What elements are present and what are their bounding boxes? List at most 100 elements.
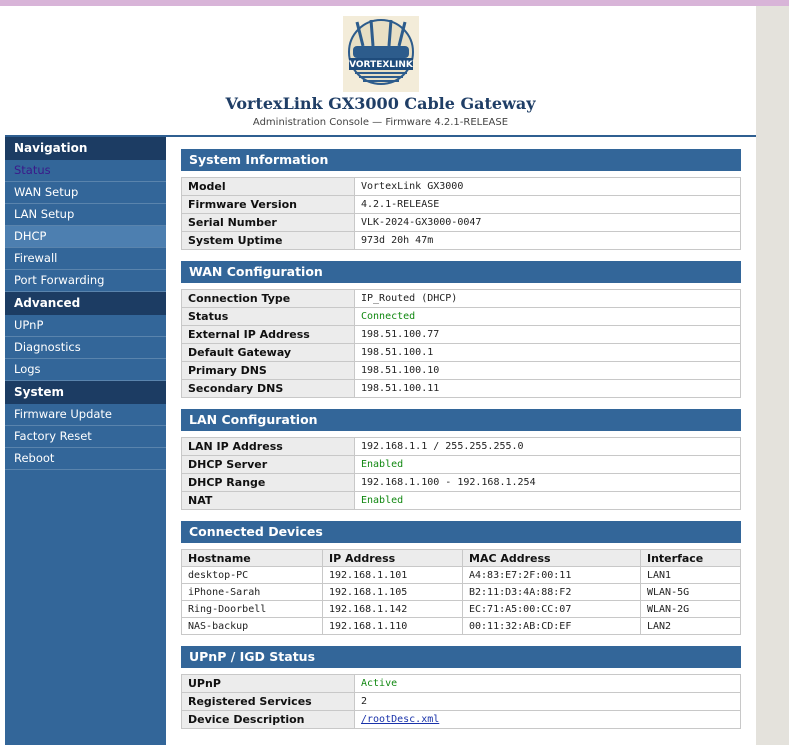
status-value: Enabled <box>354 491 741 510</box>
table-row: Registered Services 2 <box>181 692 741 711</box>
column-header: Hostname <box>181 549 323 567</box>
table-row: System Uptime 973d 20h 47m <box>181 231 741 250</box>
panel-title: WAN Configuration <box>181 261 741 283</box>
field-value: 2 <box>354 692 741 711</box>
table-row: DHCP Range 192.168.1.100 - 192.168.1.254 <box>181 473 741 492</box>
table-cell: 192.168.1.101 <box>322 566 463 584</box>
table-row: Serial Number VLK-2024-GX3000-0047 <box>181 213 741 232</box>
table-cell: 00:11:32:AB:CD:EF <box>462 617 641 635</box>
sidebar: Navigation Status WAN Setup LAN Setup DH… <box>5 137 166 745</box>
field-label: Serial Number <box>181 213 355 232</box>
field-value: 973d 20h 47m <box>354 231 741 250</box>
table-row: Device Description/rootDesc.xml <box>181 710 741 729</box>
devices-panel: Connected Devices Hostname IP Address MA… <box>181 521 741 635</box>
sidebar-item-firewall[interactable]: Firewall <box>5 248 166 270</box>
page-subtitle: Administration Console — Firmware 4.2.1-… <box>252 117 509 128</box>
field-label: DHCP Server <box>181 455 355 474</box>
table-row: Connection Type IP_Routed (DHCP) <box>181 289 741 308</box>
table-row: desktop-PC 192.168.1.101 A4:83:E7:2F:00:… <box>181 566 741 584</box>
sidebar-item-lan-setup[interactable]: LAN Setup <box>5 204 166 226</box>
sidebar-item-wan-setup[interactable]: WAN Setup <box>5 182 166 204</box>
field-label: Connection Type <box>181 289 355 308</box>
table-cell: B2:11:D3:4A:88:F2 <box>462 583 641 601</box>
field-label: External IP Address <box>181 325 355 344</box>
status-value: Connected <box>354 307 741 326</box>
sidebar-item-firmware-update[interactable]: Firmware Update <box>5 404 166 426</box>
wan-table: Connection Type IP_Routed (DHCP) Status Co… <box>181 289 741 398</box>
table-row: NAT Enabled <box>181 491 741 510</box>
field-label: LAN IP Address <box>181 437 355 456</box>
table-cell: iPhone-Sarah <box>181 583 323 601</box>
table-row: iPhone-Sarah 192.168.1.105 B2:11:D3:4A:8… <box>181 583 741 601</box>
panel-title: UPnP / IGD Status <box>181 646 741 668</box>
system-info-panel: System Information Model VortexLink GX300… <box>181 149 741 250</box>
field-label: System Uptime <box>181 231 355 250</box>
page-frame: VORTEXLINK VortexLink GX3000 Cable Gatew… <box>5 6 756 745</box>
table-row: Model VortexLink GX3000 <box>181 177 741 196</box>
column-header: IP Address <box>322 549 463 567</box>
field-label: Default Gateway <box>181 343 355 362</box>
system-info-table: Model VortexLink GX3000 Firmware Version 4… <box>181 177 741 250</box>
right-gutter <box>756 6 789 745</box>
devices-table: Hostname IP Address MAC Address Interfac… <box>181 549 741 635</box>
table-cell: desktop-PC <box>181 566 323 584</box>
field-label: UPnP <box>181 674 355 693</box>
panel-title: System Information <box>181 149 741 171</box>
sidebar-section-navigation: Navigation <box>5 137 166 160</box>
field-value: VortexLink GX3000 <box>354 177 741 196</box>
table-row: Default Gateway 198.51.100.1 <box>181 343 741 362</box>
table-cell: WLAN-2G <box>640 600 741 618</box>
table-cell: Ring-Doorbell <box>181 600 323 618</box>
page-title: VortexLink GX3000 Cable Gateway <box>225 94 536 113</box>
table-row: Primary DNS 198.51.100.10 <box>181 361 741 380</box>
table-row: NAS-backup 192.168.1.110 00:11:32:AB:CD:… <box>181 617 741 635</box>
table-cell: 192.168.1.110 <box>322 617 463 635</box>
sidebar-item-dhcp[interactable]: DHCP <box>5 226 166 248</box>
lan-panel: LAN Configuration LAN IP Address 192.168.… <box>181 409 741 510</box>
table-cell: A4:83:E7:2F:00:11 <box>462 566 641 584</box>
table-row: Ring-Doorbell 192.168.1.142 EC:71:A5:00:… <box>181 600 741 618</box>
sidebar-section-advanced: Advanced <box>5 292 166 315</box>
table-cell: EC:71:A5:00:CC:07 <box>462 600 641 618</box>
field-label: Model <box>181 177 355 196</box>
sidebar-item-reboot[interactable]: Reboot <box>5 448 166 470</box>
field-label: Primary DNS <box>181 361 355 380</box>
field-label: NAT <box>181 491 355 510</box>
panel-title: LAN Configuration <box>181 409 741 431</box>
table-row: DHCP Server Enabled <box>181 455 741 474</box>
sidebar-item-diagnostics[interactable]: Diagnostics <box>5 337 166 359</box>
table-row: LAN IP Address 192.168.1.1 / 255.255.255.… <box>181 437 741 456</box>
sidebar-item-factory-reset[interactable]: Factory Reset <box>5 426 166 448</box>
sidebar-item-port-forwarding[interactable]: Port Forwarding <box>5 270 166 292</box>
sidebar-item-status[interactable]: Status <box>5 160 166 182</box>
table-cell: 192.168.1.105 <box>322 583 463 601</box>
table-cell: WLAN-5G <box>640 583 741 601</box>
logo-text: VORTEXLINK <box>349 60 414 70</box>
table-header-row: Hostname IP Address MAC Address Interfac… <box>181 549 741 567</box>
field-value: 4.2.1-RELEASE <box>354 195 741 214</box>
sidebar-item-upnp[interactable]: UPnP <box>5 315 166 337</box>
table-row: Secondary DNS 198.51.100.11 <box>181 379 741 398</box>
vortexlink-logo: VORTEXLINK <box>343 16 419 92</box>
field-label: Secondary DNS <box>181 379 355 398</box>
status-value: Enabled <box>354 455 741 474</box>
field-value: 192.168.1.100 - 192.168.1.254 <box>354 473 741 492</box>
table-cell: LAN2 <box>640 617 741 635</box>
column-header: MAC Address <box>462 549 641 567</box>
sidebar-item-logs[interactable]: Logs <box>5 359 166 381</box>
main-content: System Information Model VortexLink GX300… <box>181 149 741 740</box>
field-label: Registered Services <box>181 692 355 711</box>
field-label: Device Description <box>181 710 355 729</box>
field-value: 198.51.100.1 <box>354 343 741 362</box>
root-desc-link[interactable]: /rootDesc.xml <box>361 714 439 725</box>
field-value: 198.51.100.11 <box>354 379 741 398</box>
upnp-table: UPnP Active Registered Services 2 Device D… <box>181 674 741 729</box>
field-label: Status <box>181 307 355 326</box>
table-row: Firmware Version 4.2.1-RELEASE <box>181 195 741 214</box>
field-value: IP_Routed (DHCP) <box>354 289 741 308</box>
table-row: Status Connected <box>181 307 741 326</box>
wan-panel: WAN Configuration Connection Type IP_Rout… <box>181 261 741 398</box>
field-label: DHCP Range <box>181 473 355 492</box>
field-label: Firmware Version <box>181 195 355 214</box>
column-header: Interface <box>640 549 741 567</box>
